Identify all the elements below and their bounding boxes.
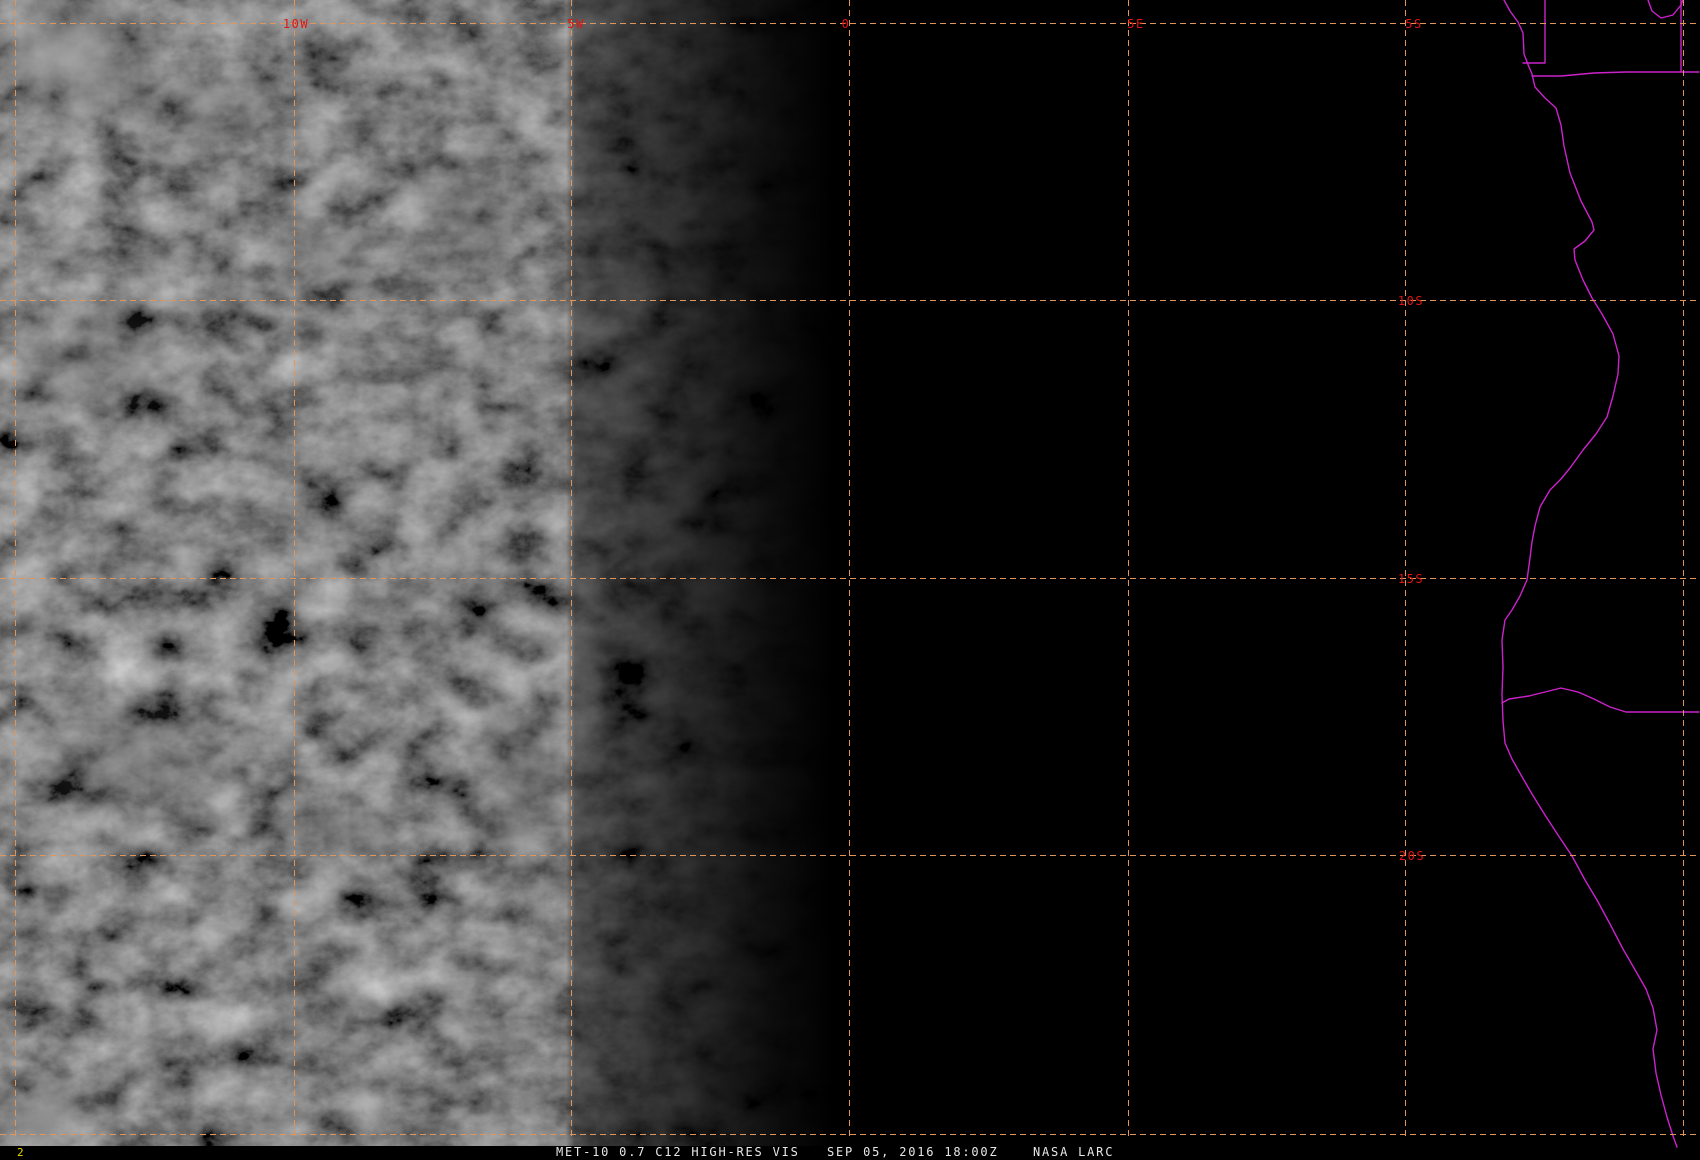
cloud-patch <box>263 800 407 860</box>
lon-label: 5W <box>567 17 584 31</box>
satellite-image: 10W 5W 0 5E 5S 10S 15S 20S 2 MET-10 0.7 … <box>0 0 1700 1159</box>
status-source: NASA LARC <box>1033 1145 1114 1159</box>
lon-label: 5E <box>1127 17 1144 31</box>
lon-label: 0 <box>842 17 851 31</box>
lat-label: 15S <box>1398 572 1424 586</box>
cloud-patch <box>0 678 280 842</box>
lat-label: 10S <box>1398 294 1424 308</box>
lat-label: 5S <box>1405 17 1422 31</box>
lat-label: 20S <box>1399 849 1425 863</box>
frame-number: 2 <box>17 1146 24 1159</box>
lon-label: 10W <box>283 17 309 31</box>
status-datetime: SEP 05, 2016 18:00Z <box>827 1145 998 1159</box>
cloud-patch <box>110 56 300 160</box>
cloud-patch <box>453 678 597 902</box>
cloud-patch <box>400 143 524 287</box>
satellite-display: 10W 5W 0 5E 5S 10S 15S 20S 2 MET-10 0.7 … <box>0 0 1700 1160</box>
cloud-patch <box>263 216 387 288</box>
status-product: MET-10 0.7 C12 HIGH-RES VIS <box>556 1145 800 1159</box>
status-bar: 2 MET-10 0.7 C12 HIGH-RES VIS SEP 05, 20… <box>17 1145 1114 1159</box>
